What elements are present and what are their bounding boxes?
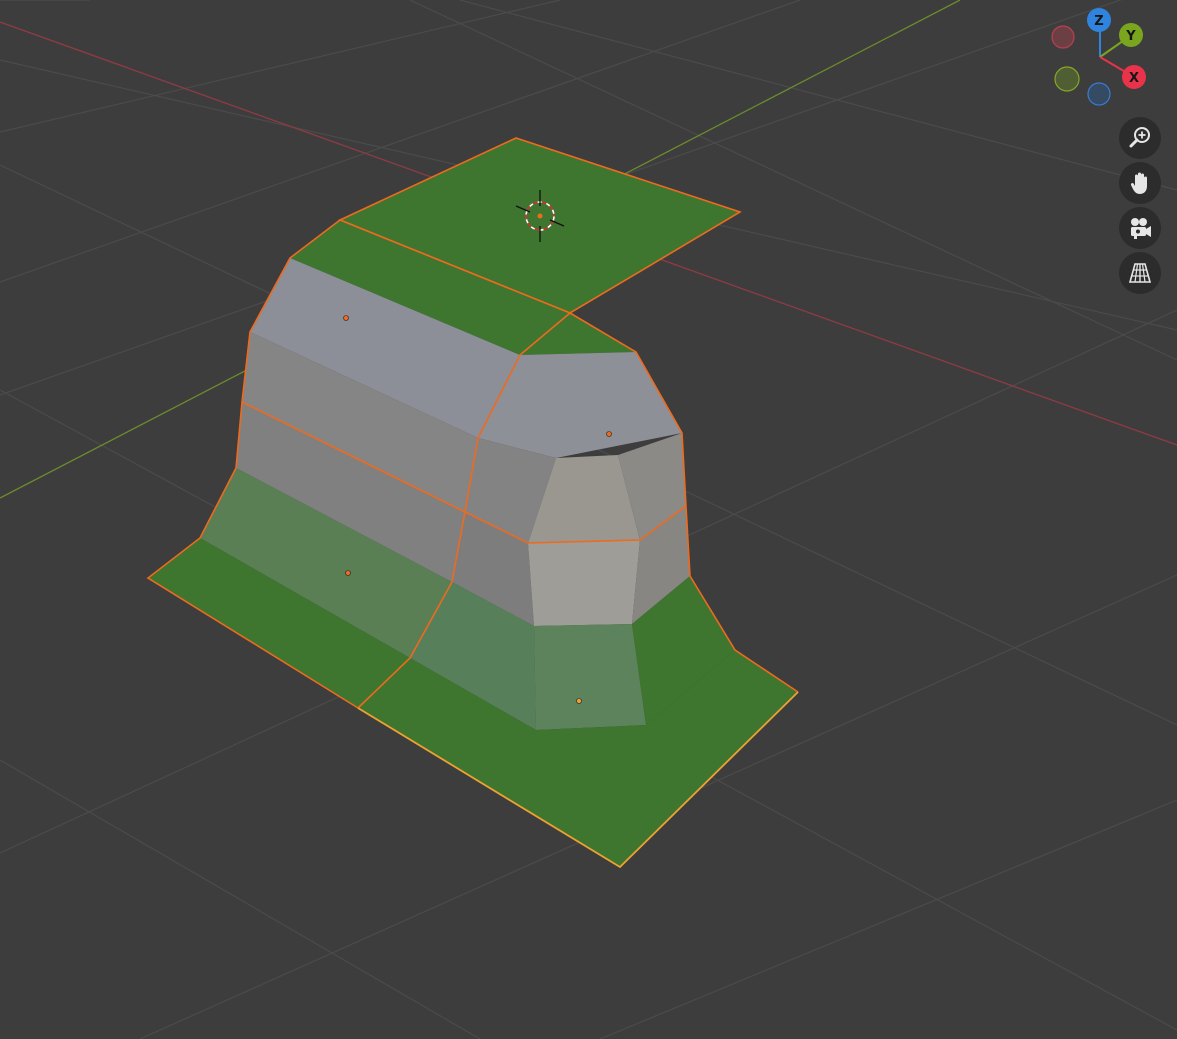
mesh-face-front-center[interactable]	[528, 540, 640, 626]
zoom-button[interactable]	[1119, 117, 1161, 159]
gizmo-neg-y-handle[interactable]	[1054, 66, 1080, 92]
face-dot[interactable]	[345, 570, 351, 576]
mesh-face-bottom-center[interactable]	[534, 624, 646, 730]
perspective-toggle-button[interactable]	[1119, 252, 1161, 294]
navigation-gizmo[interactable]: Z Y X	[1051, 8, 1146, 106]
gizmo-x-label: X	[1129, 71, 1139, 86]
3d-viewport[interactable]: Z Y X	[0, 0, 1177, 1039]
gizmo-neg-z-handle[interactable]	[1087, 82, 1111, 106]
mesh-object[interactable]	[146, 137, 799, 869]
gizmo-neg-x-handle[interactable]	[1051, 25, 1075, 49]
viewport-scene[interactable]: Z Y X	[0, 0, 1177, 1039]
gizmo-z-label: Z	[1094, 14, 1103, 29]
zoom-magnifier-icon	[1127, 125, 1153, 151]
camera-icon	[1126, 215, 1154, 241]
hand-icon	[1127, 170, 1153, 196]
gizmo-y-label: Y	[1125, 29, 1136, 44]
face-dot[interactable]	[343, 315, 349, 321]
face-dot[interactable]	[576, 698, 582, 704]
camera-view-button[interactable]	[1119, 207, 1161, 249]
pan-button[interactable]	[1119, 162, 1161, 204]
grid-perspective-icon	[1127, 260, 1153, 286]
face-dot[interactable]	[606, 431, 612, 437]
